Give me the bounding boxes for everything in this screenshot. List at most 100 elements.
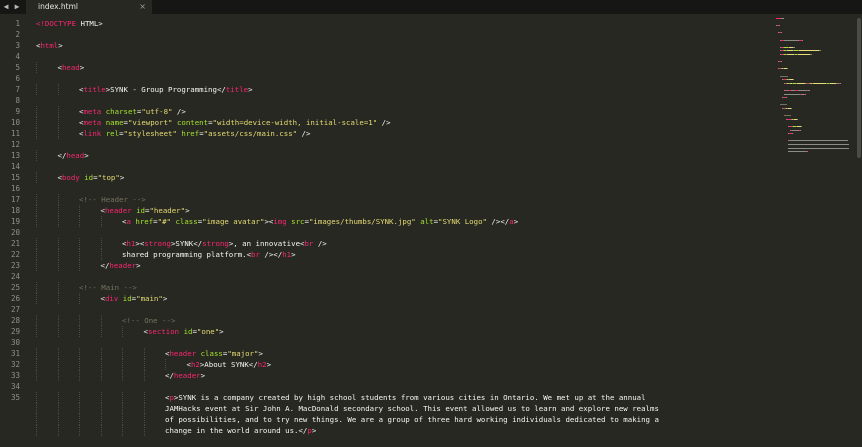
indent-guide	[36, 238, 37, 249]
code-token: head	[61, 63, 80, 72]
line-number	[0, 425, 20, 436]
code-line[interactable]: change in the world around us.</p>	[165, 425, 316, 436]
minimap-segment	[787, 54, 794, 55]
code-line[interactable]: <meta name="viewport" content="width=dev…	[79, 117, 391, 128]
code-line[interactable]: <link rel="stylesheet" href="assets/css/…	[79, 128, 310, 139]
code-line[interactable]: <html>	[36, 40, 63, 51]
indent-guide	[122, 425, 123, 436]
line-number: 22	[10, 250, 20, 259]
code-line[interactable]: <h2>About SYNK</h2>	[187, 359, 272, 370]
code-token: div	[104, 294, 119, 303]
code-token: >	[185, 206, 190, 215]
code-line[interactable]: <h1><strong>SYNK</strong>, an innovative…	[122, 238, 327, 249]
code-token: section	[147, 327, 180, 336]
minimap-segment	[784, 115, 791, 117]
indent-guide	[57, 414, 59, 425]
close-icon[interactable]: ×	[139, 0, 146, 14]
indent-guide	[36, 359, 37, 370]
code-line[interactable]: <!-- One -->	[122, 315, 175, 326]
code-token: img	[273, 217, 287, 226]
code-token: >SYNK is a company created by high schoo…	[173, 393, 646, 402]
indent-guide	[57, 359, 59, 370]
indent-guide	[36, 348, 37, 359]
code-token: alt	[420, 217, 434, 226]
code-line[interactable]: <p>SYNK is a company created by high sch…	[165, 392, 646, 403]
minimap-segment	[793, 46, 795, 48]
code-line[interactable]: <!-- Header -->	[79, 194, 146, 205]
line-number: 30	[10, 338, 20, 347]
code-line[interactable]: <header id="header">	[101, 205, 190, 216]
indent-guide	[122, 348, 123, 359]
line-number: 10	[10, 118, 20, 127]
line-number: 33	[10, 371, 20, 380]
code-token: shared programming platform.<	[122, 250, 252, 259]
code-line[interactable]: <!-- Main -->	[79, 282, 137, 293]
code-line[interactable]: <meta charset="utf-8" />	[79, 106, 186, 117]
line-number: 7	[15, 85, 20, 94]
indent-guide	[79, 414, 80, 425]
line-number: 35	[10, 393, 20, 402]
line-number: 12	[10, 140, 20, 149]
code-text-area[interactable]: <!DOCTYPE HTML> <html> <head> <title>SYNK -…	[26, 14, 771, 447]
code-line[interactable]: <head>	[58, 62, 85, 73]
vertical-scrollbar[interactable]	[855, 14, 862, 447]
minimap-segment	[807, 151, 808, 153]
indent-guide	[79, 260, 80, 271]
line-number: 29	[10, 327, 20, 336]
minimap-segment	[797, 82, 805, 84]
minimap[interactable]	[772, 14, 854, 447]
minimap-segment	[802, 39, 803, 41]
code-token: class	[200, 349, 223, 358]
code-token: h2	[190, 360, 200, 369]
code-line[interactable]: <section id="one">	[144, 326, 224, 337]
code-token: header	[169, 349, 197, 358]
indent-guide	[143, 425, 145, 436]
tab-bar: ◀ ▶ index.html ×	[0, 0, 862, 14]
minimap-segment	[805, 93, 806, 95]
indent-guide	[100, 348, 102, 359]
code-token: >	[58, 41, 63, 50]
code-line[interactable]: <div id="main">	[101, 293, 168, 304]
code-line[interactable]: of possibilities, and to try new things.…	[165, 414, 659, 425]
line-number: 27	[10, 305, 20, 314]
tab-index-html[interactable]: index.html ×	[26, 0, 152, 14]
code-line[interactable]: <title>SYNK - Group Programming</title>	[79, 84, 253, 95]
code-line[interactable]: <!DOCTYPE HTML>	[36, 18, 103, 29]
code-line[interactable]: <body id="top">	[58, 172, 125, 183]
code-token: >	[119, 173, 125, 182]
nav-forward-icon[interactable]: ▶	[11, 0, 23, 14]
indent-guide	[36, 249, 37, 260]
code-token: "image avatar"	[202, 217, 265, 226]
indent-guide	[122, 370, 123, 381]
minimap-segment	[781, 32, 782, 34]
indent-guide	[57, 249, 59, 260]
indent-guide	[57, 117, 59, 128]
indent-guide	[57, 260, 59, 271]
editor-area[interactable]: 1 2 3 4 5 6 7 8 9 10 11 12 13 14 15 16 17 18 19 20 21 22 23 24 2…	[0, 14, 862, 447]
code-line[interactable]: </head>	[58, 150, 89, 161]
indent-guide	[143, 348, 145, 359]
code-editor-window: ◀ ▶ index.html × 1 2 3 4 5 6 7 8 9 10 11 12 13 14 15 16…	[0, 0, 862, 447]
indent-guide	[36, 106, 37, 117]
code-token: /></	[486, 217, 510, 226]
line-number: 17	[10, 195, 20, 204]
minimap-segment	[787, 68, 788, 70]
code-token: "width=device-width, initial-scale=1"	[212, 118, 378, 127]
code-token: link	[83, 129, 102, 138]
code-line[interactable]: JAMHacks event at Sir John A. MacDonald …	[165, 403, 659, 414]
indent-guide	[122, 359, 123, 370]
code-line[interactable]: </header>	[165, 370, 205, 381]
minimap-segment	[781, 61, 782, 63]
code-line[interactable]: shared programming platform.<br /></h1>	[122, 249, 296, 260]
indent-guide	[36, 403, 37, 414]
code-line[interactable]: </header>	[101, 260, 141, 271]
code-token: "major"	[227, 349, 259, 358]
code-line[interactable]: <a href="#" class="image avatar"><img sr…	[122, 216, 518, 227]
code-line[interactable]: <header class="major">	[165, 348, 263, 359]
line-number	[0, 436, 20, 447]
indent-guide	[100, 370, 102, 381]
minimap-segment	[840, 82, 841, 84]
code-token: strong	[202, 239, 229, 248]
indent-guide	[36, 150, 37, 161]
scrollbar-thumb[interactable]	[857, 18, 861, 158]
